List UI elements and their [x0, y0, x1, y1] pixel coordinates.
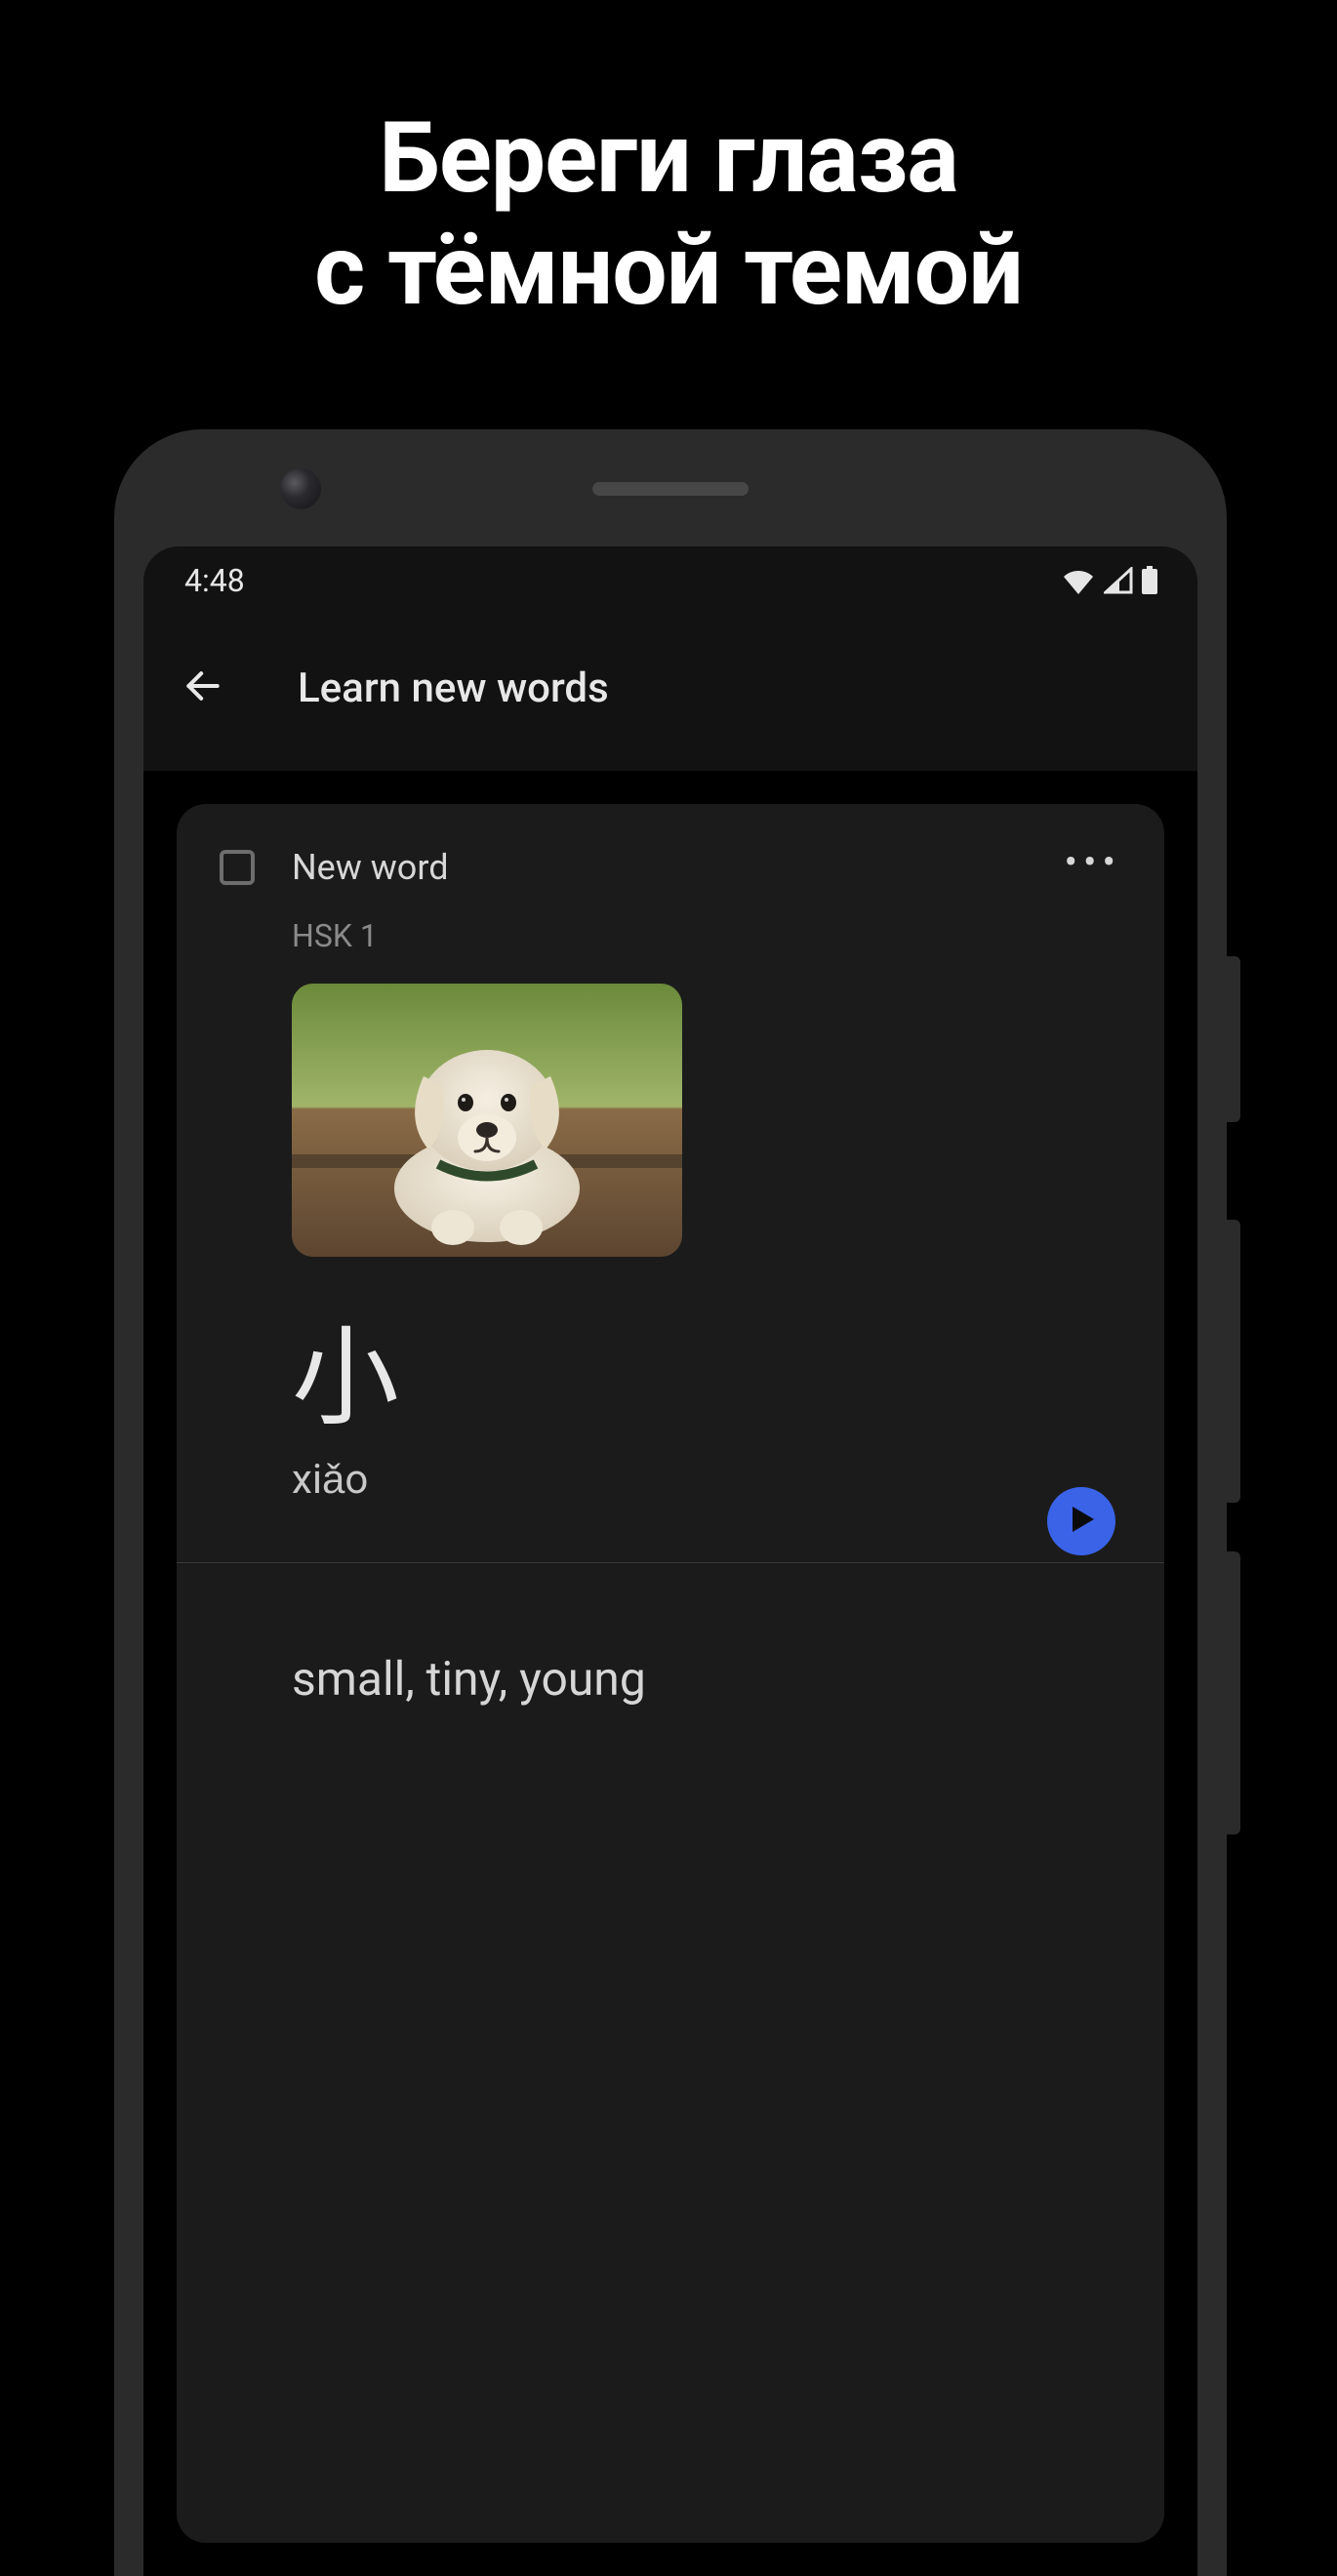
phone-camera	[280, 468, 321, 509]
more-horizontal-icon: •••	[1065, 839, 1122, 885]
more-button[interactable]: •••	[1065, 853, 1122, 872]
phone-side-button	[1227, 1551, 1240, 1834]
wifi-icon	[1061, 567, 1096, 594]
screen-title: Learn new words	[298, 664, 609, 712]
cellular-icon	[1104, 567, 1133, 594]
word-translation: small, tiny, young	[177, 1563, 1164, 1707]
promo-title: Береги глаза с тёмной темой	[0, 0, 1337, 327]
battery-icon	[1141, 566, 1158, 595]
status-bar: 4:48	[143, 546, 1197, 615]
status-icons	[1061, 566, 1158, 595]
level-label: HSK 1	[177, 888, 1164, 954]
word-pinyin: xiǎo	[177, 1446, 1164, 1562]
promo-line-1: Береги глаза	[379, 101, 958, 216]
phone-frame: 4:48	[114, 429, 1227, 2576]
word-image	[292, 984, 682, 1257]
phone-side-button	[1227, 1220, 1240, 1503]
play-icon	[1067, 1505, 1096, 1538]
content-area: New word ••• HSK 1	[143, 771, 1197, 2576]
word-hanzi: 小	[177, 1257, 1164, 1446]
play-audio-button[interactable]	[1047, 1487, 1115, 1555]
phone-side-button	[1227, 956, 1240, 1122]
word-checkbox[interactable]	[220, 850, 255, 885]
new-word-label: New word	[292, 847, 449, 888]
promo-line-2: с тёмной темой	[314, 214, 1023, 328]
back-button[interactable]	[177, 662, 229, 714]
word-card: New word ••• HSK 1	[177, 804, 1164, 2543]
card-header: New word •••	[177, 804, 1164, 888]
phone-speaker	[592, 482, 749, 496]
app-bar: Learn new words	[143, 615, 1197, 761]
phone-screen: 4:48	[143, 546, 1197, 2576]
status-time: 4:48	[184, 562, 245, 599]
arrow-left-icon	[182, 664, 224, 711]
